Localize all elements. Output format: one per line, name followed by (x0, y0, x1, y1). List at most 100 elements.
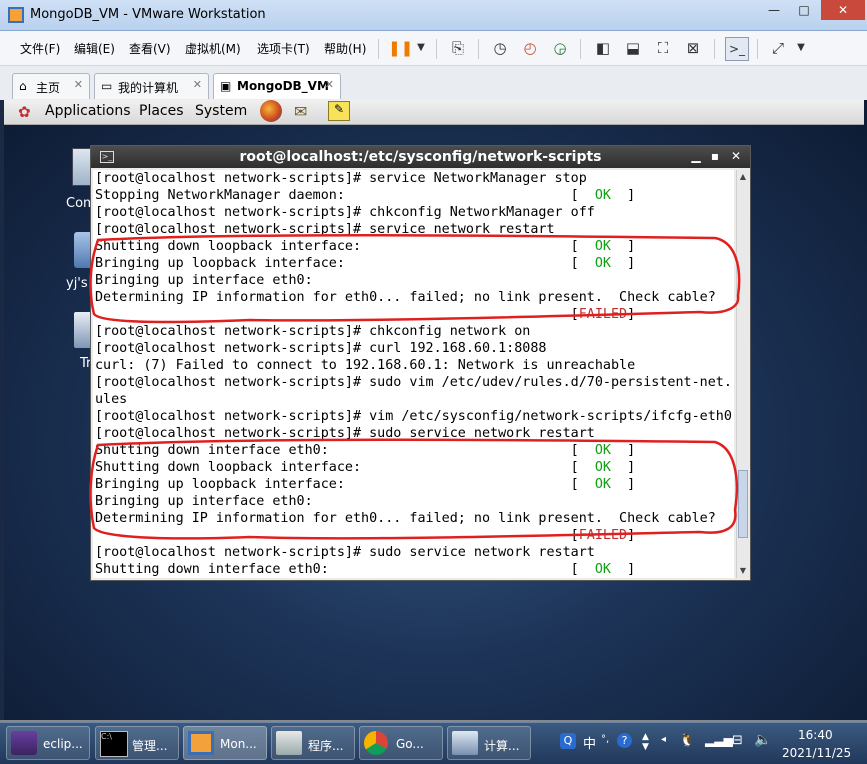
close-icon[interactable]: ✕ (325, 78, 334, 91)
taskbar-item-vmware[interactable]: Mon... (183, 726, 267, 760)
terminal-line: Shutting down loopback interface: [ OK ] (95, 238, 734, 255)
terminal-line: [root@localhost network-scripts]# sudo s… (95, 544, 734, 561)
chevron-down-icon[interactable]: ▼ (790, 37, 812, 59)
minimize-button[interactable]: — (760, 0, 788, 20)
send-keys-icon[interactable]: ⎘ (447, 37, 469, 59)
taskbar-item-program[interactable]: 程序... (271, 726, 355, 760)
clock-time[interactable]: 16:40 (798, 728, 833, 742)
status-badge: [ OK ] (570, 460, 636, 475)
terminal-line-text: Bringing up loopback interface: (95, 256, 571, 271)
terminal-line-text: Bringing up interface eth0: (95, 273, 313, 288)
snapshot-icon[interactable]: ◷ (489, 37, 511, 59)
toolbar-separator (580, 39, 581, 59)
menu-help[interactable]: 帮助(H) (324, 40, 366, 57)
taskbar-item-cmd[interactable]: C:\ 管理... (95, 726, 179, 760)
terminal-line-text: Shutting down loopback interface: (95, 460, 571, 475)
taskbar-item-eclipse[interactable]: eclip... (6, 726, 90, 760)
terminal-line: [root@localhost network-scripts]# chkcon… (95, 204, 734, 221)
scroll-thumb[interactable] (738, 470, 748, 538)
help-icon[interactable]: ? (617, 733, 632, 748)
terminal-title-bar[interactable]: >_ root@localhost:/etc/sysconfig/network… (91, 146, 750, 168)
tab-label: MongoDB_VM (237, 79, 329, 93)
terminal-line: ules (95, 391, 734, 408)
firefox-icon[interactable] (260, 100, 282, 122)
terminal-close-button[interactable]: ✕ (728, 149, 744, 163)
status-text: FAILED (578, 528, 628, 543)
taskbar-item-chrome[interactable]: Go... (359, 726, 443, 760)
status-badge: [ OK ] (570, 239, 636, 254)
desktop-icon-label: yj's (66, 276, 88, 291)
menu-tabs[interactable]: 选项卡(T) (257, 40, 310, 57)
maximize-button[interactable]: □ (790, 0, 818, 20)
toolbar-separator (436, 39, 437, 59)
panel-places[interactable]: Places (139, 103, 184, 119)
chevron-down-icon[interactable]: ▼ (410, 37, 432, 59)
terminal-line-text: [root@localhost network-scripts]# servic… (95, 222, 555, 237)
snapshot-manager-icon[interactable]: ◶ (549, 37, 571, 59)
terminal-title: root@localhost:/etc/sysconfig/network-sc… (239, 149, 602, 165)
taskbar-label: Go... (396, 737, 424, 751)
terminal-line-text (95, 307, 571, 322)
taskbar-label: 程序... (308, 739, 344, 753)
sidebar-view-icon[interactable]: ◧ (592, 37, 614, 59)
qq-icon[interactable]: 🐧 (679, 733, 695, 748)
vm-icon: ▣ (220, 79, 232, 93)
terminal-line-text: [root@localhost network-scripts]# servic… (95, 171, 587, 186)
taskbar-label: 计算... (484, 739, 520, 753)
terminal-line-text: [root@localhost network-scripts]# sudo s… (95, 545, 595, 560)
scroll-up-icon[interactable]: ▲ (737, 170, 749, 184)
terminal-line: Bringing up interface eth0: (95, 272, 734, 289)
gnome-foot-icon[interactable]: ✿ (18, 103, 31, 121)
terminal-minimize-button[interactable]: ▁ (688, 149, 704, 163)
terminal-output[interactable]: [root@localhost network-scripts]# servic… (93, 170, 734, 578)
menu-view[interactable]: 查看(V) (129, 40, 171, 57)
thumbnail-view-icon[interactable]: ⬓ (622, 37, 644, 59)
menu-file[interactable]: 文件(F) (20, 40, 60, 57)
computer-icon (452, 731, 478, 755)
close-icon[interactable]: ✕ (74, 78, 83, 91)
ime-punct-icon[interactable]: °, (601, 734, 609, 745)
terminal-line: Determining IP information for eth0... f… (95, 289, 734, 306)
status-badge: [ OK ] (570, 477, 636, 492)
status-text: OK (578, 256, 628, 271)
terminal-line: [root@localhost network-scripts]# sudo s… (95, 425, 734, 442)
menu-vm[interactable]: 虚拟机(M) (185, 40, 241, 57)
status-badge: [ OK ] (570, 256, 636, 271)
pause-icon[interactable]: ❚❚ (388, 37, 413, 59)
terminal-line: Bringing up loopback interface: [ OK ] (95, 255, 734, 272)
vmware-title-bar: MongoDB_VM - VMware Workstation — □ ✕ (0, 0, 867, 31)
search-q-icon[interactable]: Q (560, 733, 576, 749)
tray-expand-icon[interactable]: ▲ ▼ (642, 732, 649, 752)
close-icon[interactable]: ✕ (193, 78, 202, 91)
stretch-icon[interactable]: ⤢ (767, 37, 789, 59)
scroll-down-icon[interactable]: ▼ (737, 564, 749, 578)
panel-applications[interactable]: Applications (45, 103, 131, 119)
fullscreen-icon[interactable]: ⛶ (652, 37, 674, 59)
ime-indicator[interactable]: 中 (583, 733, 596, 752)
taskbar-item-computer[interactable]: 计算... (447, 726, 531, 760)
panel-system[interactable]: System (195, 103, 247, 119)
terminal-line: [root@localhost network-scripts]# vim /e… (95, 408, 734, 425)
terminal-scrollbar[interactable]: ▲ ▼ (736, 170, 749, 578)
close-button[interactable]: ✕ (821, 0, 865, 20)
volume-icon[interactable]: 🔈 (754, 732, 771, 748)
tab-my-computer[interactable]: ▭ 我的计算机 ✕ (94, 73, 209, 99)
unity-icon[interactable]: ⊠ (682, 37, 704, 59)
tray-arrow-icon[interactable]: ◂ (661, 734, 666, 745)
network-icon[interactable]: ⊟ (732, 733, 743, 748)
console-view-icon[interactable]: >_ (725, 37, 749, 61)
revert-snapshot-icon[interactable]: ◴ (519, 37, 541, 59)
notes-icon[interactable]: ✎ (328, 101, 350, 121)
terminal-window[interactable]: >_ root@localhost:/etc/sysconfig/network… (90, 145, 751, 581)
terminal-line: Bringing up loopback interface: [ OK ] (95, 476, 734, 493)
tab-label: 我的计算机 (118, 81, 179, 95)
tab-mongodb-vm[interactable]: ▣ MongoDB_VM ✕ (213, 73, 341, 99)
tab-home[interactable]: ⌂ 主页 ✕ (12, 73, 90, 99)
terminal-maximize-button[interactable]: ▪ (707, 149, 723, 163)
program-icon (276, 731, 302, 755)
mail-icon[interactable]: ✉ (294, 102, 307, 121)
menu-edit[interactable]: 编辑(E) (74, 40, 115, 57)
signal-icon[interactable]: ▂▃▅ (705, 733, 733, 747)
clock-date[interactable]: 2021/11/25 (782, 746, 851, 760)
status-text: OK (578, 477, 628, 492)
